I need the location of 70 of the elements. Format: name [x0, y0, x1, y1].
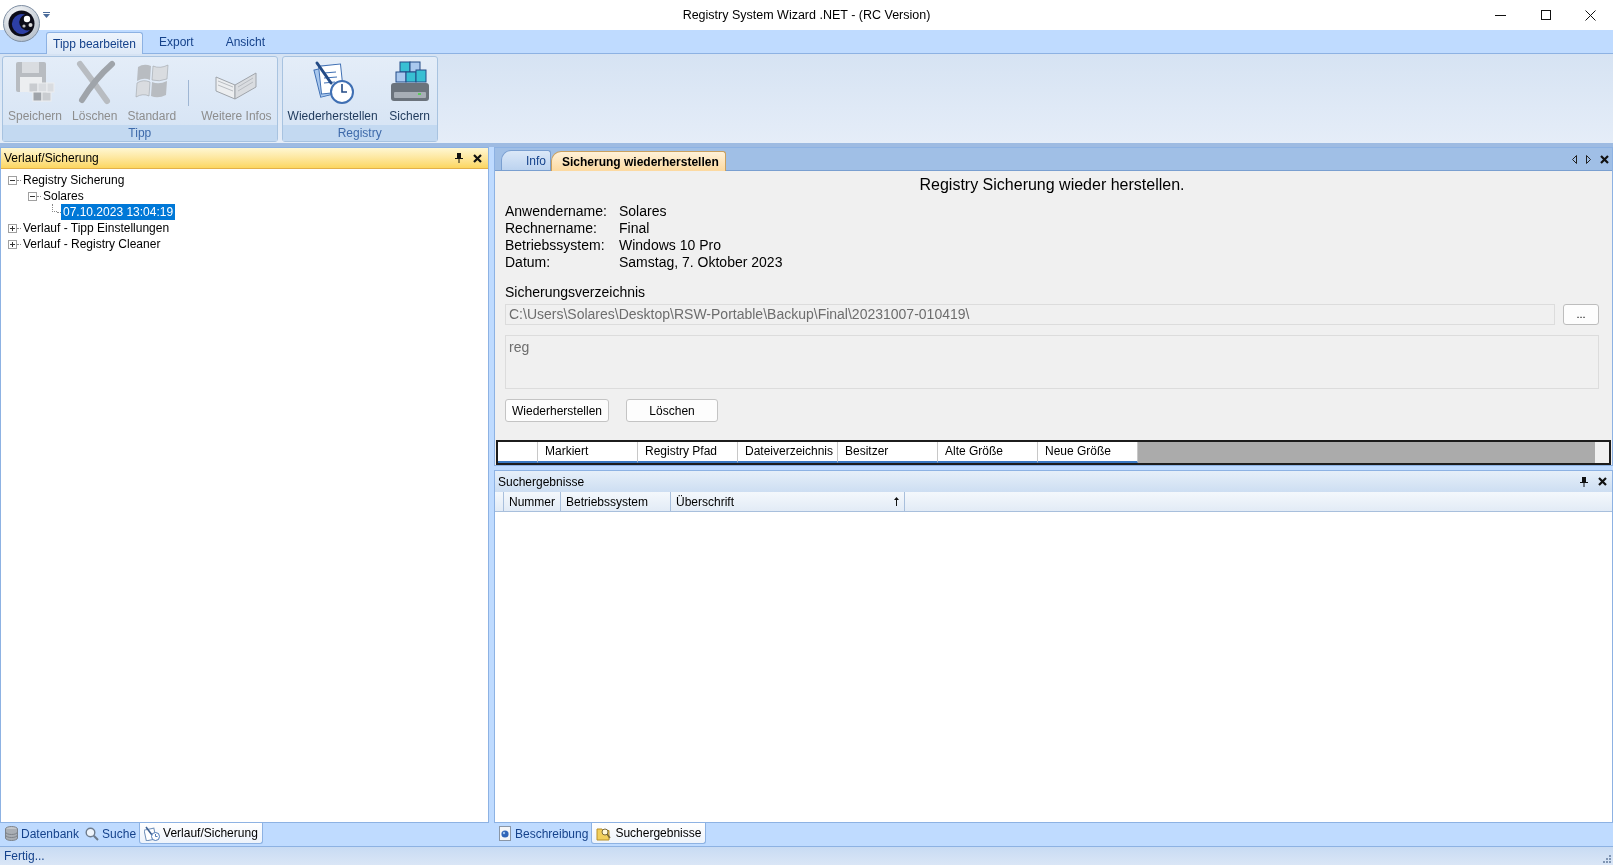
- dock-tab[interactable]: Suche: [82, 823, 140, 844]
- resize-grip-icon[interactable]: [1603, 855, 1611, 863]
- status-text: Fertig...: [4, 848, 45, 865]
- column-header[interactable]: Dateiverzeichnis: [738, 442, 838, 463]
- expand-toggle[interactable]: [8, 239, 17, 249]
- dropdown-caret-icon[interactable]: [43, 12, 50, 18]
- documents-clock-icon: [310, 59, 355, 105]
- action-button[interactable]: Wiederherstellen: [505, 399, 610, 422]
- tree-item[interactable]: 07.10.2023 13:04:19: [61, 204, 176, 220]
- pin-icon[interactable]: [1580, 476, 1588, 487]
- search-icon: [85, 826, 100, 841]
- close-icon[interactable]: [473, 153, 482, 163]
- folder-search-icon: [596, 825, 613, 841]
- action-button[interactable]: Löschen: [626, 399, 719, 422]
- maximize-icon: [1540, 10, 1551, 20]
- column-header[interactable]: Besitzer: [838, 442, 938, 463]
- column-header[interactable]: Alte Größe: [938, 442, 1038, 463]
- expand-toggle[interactable]: [8, 223, 17, 233]
- column-header[interactable]: Neue Größe: [1038, 442, 1138, 463]
- field-value: Samstag, 7. Oktober 2023: [619, 254, 784, 271]
- field-label: Anwendername:: [505, 203, 608, 220]
- scroll-left-icon[interactable]: [1572, 154, 1577, 164]
- collapse-toggle[interactable]: [28, 191, 37, 201]
- field-value: Windows 10 Pro: [619, 237, 722, 254]
- dock-tab[interactable]: Datenbank: [2, 823, 83, 844]
- column-header[interactable]: Überschrift: [671, 492, 905, 511]
- document-pen-icon: [144, 825, 161, 841]
- panel-title: Suchergebnisse: [498, 473, 585, 491]
- panel-heading: Registry Sicherung wieder herstellen.: [919, 175, 1185, 195]
- section-label: Sicherungsverzeichnis: [505, 284, 647, 301]
- scroll-right-icon[interactable]: [1586, 154, 1591, 164]
- panel-title: Verlauf/Sicherung: [4, 150, 99, 167]
- tree-item[interactable]: Solares: [41, 188, 86, 204]
- close-icon: [1585, 9, 1596, 21]
- document-tab[interactable]: Info: [501, 150, 551, 170]
- close-icon[interactable]: [1600, 154, 1609, 164]
- tree-item[interactable]: Verlauf - Registry Cleaner: [21, 236, 163, 252]
- group-label: Registry: [282, 125, 437, 141]
- field-label: Betriebssystem:: [505, 237, 606, 254]
- window-title: Registry System Wizard .NET - (RC Version): [682, 6, 931, 24]
- dock-tab[interactable]: Beschreibung: [496, 823, 592, 844]
- ribbon-tab[interactable]: Tipp bearbeiten: [46, 32, 143, 54]
- collapse-toggle[interactable]: [8, 175, 17, 185]
- field-value: Solares: [619, 203, 668, 220]
- ribbon-button[interactable]: Sichern: [385, 58, 434, 125]
- column-header[interactable]: Betriebssystem: [561, 492, 671, 511]
- column-header[interactable]: Nummer: [504, 492, 561, 511]
- row-header-corner: [498, 442, 538, 463]
- document-globe-icon: [499, 826, 512, 841]
- ribbon-button[interactable]: Wiederherstellen: [285, 58, 380, 125]
- close-icon[interactable]: [1598, 477, 1607, 486]
- field-value: Final: [619, 220, 651, 237]
- tree-item[interactable]: Verlauf - Tipp Einstellungen: [21, 220, 172, 236]
- field-label: Rechnername:: [505, 220, 598, 237]
- field-label: Datum:: [505, 254, 552, 271]
- column-header[interactable]: Registry Pfad: [638, 442, 738, 463]
- minimize-icon: [1495, 14, 1506, 16]
- tree-item[interactable]: Registry Sicherung: [21, 172, 127, 188]
- grid-edge-strip: [1595, 442, 1609, 463]
- group-label: Tipp: [3, 125, 277, 141]
- column-header[interactable]: Markiert: [538, 442, 638, 463]
- ribbon-tab[interactable]: Export: [142, 31, 210, 53]
- floppy-disk-icon: [13, 59, 57, 105]
- ribbon-tab[interactable]: Ansicht: [209, 31, 281, 53]
- dock-tab[interactable]: Suchergebnisse: [591, 823, 707, 844]
- sort-arrow-icon: [894, 497, 899, 506]
- dock-tab[interactable]: Verlauf/Sicherung: [139, 823, 263, 844]
- database-icon: [5, 826, 18, 841]
- pin-icon[interactable]: [455, 153, 463, 163]
- document-tab[interactable]: Sicherung wiederherstellen: [551, 151, 726, 171]
